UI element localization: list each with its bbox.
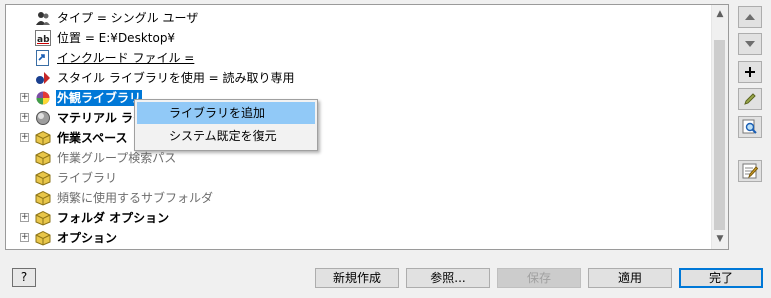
menu-item-add-library[interactable]: ライブラリを追加 bbox=[137, 102, 315, 124]
vertical-scrollbar[interactable]: ▲ ▼ bbox=[711, 5, 728, 249]
tree-row-style-library[interactable]: スタイル ライブラリを使用 = 読み取り専用 bbox=[6, 68, 711, 88]
expand-toggle[interactable]: + bbox=[20, 133, 29, 142]
expand-toggle[interactable]: + bbox=[20, 213, 29, 222]
scroll-up-icon[interactable]: ▲ bbox=[712, 6, 728, 23]
row-label[interactable]: インクルード ファイル = bbox=[56, 50, 195, 66]
folder-icon bbox=[35, 210, 51, 226]
move-up-icon bbox=[745, 14, 755, 20]
row-label: マテリアル ライ bbox=[57, 111, 146, 125]
browse-button[interactable] bbox=[738, 116, 762, 138]
menu-item-restore-defaults[interactable]: システム既定を復元 bbox=[137, 125, 315, 147]
folder-icon bbox=[35, 230, 51, 246]
tree-row-type[interactable]: タイプ = シングル ユーザ bbox=[6, 8, 711, 28]
edit-settings-icon bbox=[742, 163, 758, 179]
move-down-icon bbox=[745, 41, 755, 47]
scroll-thumb[interactable] bbox=[714, 40, 725, 230]
tree-row-folder-options[interactable]: + フォルダ オプション bbox=[6, 208, 711, 228]
help-button[interactable]: ? bbox=[12, 268, 36, 287]
row-label: 作業グループ検索パス bbox=[57, 151, 177, 165]
text-ab-icon: ab bbox=[35, 30, 51, 46]
move-down-button[interactable] bbox=[738, 33, 762, 55]
tree-row-workgroup-search-path[interactable]: 作業グループ検索パス bbox=[6, 148, 711, 168]
new-button[interactable]: 新規作成 bbox=[315, 268, 399, 288]
done-button[interactable]: 完了 bbox=[679, 268, 763, 288]
browse-dialog-button[interactable]: 参照... bbox=[406, 268, 490, 288]
expand-toggle[interactable]: + bbox=[20, 233, 29, 242]
row-label: ライブラリ bbox=[57, 171, 118, 185]
scroll-down-icon[interactable]: ▼ bbox=[712, 231, 728, 248]
row-label: 頻繁に使用するサブフォルダ bbox=[57, 191, 214, 205]
include-file-icon bbox=[35, 50, 51, 66]
expand-toggle[interactable]: + bbox=[20, 113, 29, 122]
project-tree[interactable]: タイプ = シングル ユーザ ab 位置 = E:¥Desktop¥ インクルー… bbox=[5, 4, 729, 250]
folder-icon bbox=[35, 170, 51, 186]
row-label: 作業スペース bbox=[57, 131, 128, 145]
row-label: スタイル ライブラリを使用 = 読み取り専用 bbox=[57, 71, 295, 85]
row-label: タイプ = シングル ユーザ bbox=[57, 11, 199, 25]
tree-row-location[interactable]: ab 位置 = E:¥Desktop¥ bbox=[6, 28, 711, 48]
apply-button[interactable]: 適用 bbox=[588, 268, 672, 288]
move-up-button[interactable] bbox=[738, 6, 762, 28]
material-library-icon bbox=[35, 110, 51, 126]
tree-row-library[interactable]: ライブラリ bbox=[6, 168, 711, 188]
user-icon bbox=[35, 10, 51, 26]
add-button[interactable] bbox=[738, 61, 762, 83]
row-label: フォルダ オプション bbox=[57, 211, 170, 225]
folder-icon bbox=[35, 130, 51, 146]
tree-row-frequent-subfolders[interactable]: 頻繁に使用するサブフォルダ bbox=[6, 188, 711, 208]
appearance-library-icon bbox=[35, 90, 51, 106]
tree-row-options[interactable]: + オプション bbox=[6, 228, 711, 248]
context-menu: ライブラリを追加 システム既定を復元 bbox=[134, 99, 318, 151]
edit-pencil-icon bbox=[744, 93, 756, 105]
tree-row-material-library[interactable]: + マテリアル ライ bbox=[6, 108, 711, 128]
row-label: 外観ライブラリ bbox=[56, 90, 143, 106]
folder-icon bbox=[35, 190, 51, 206]
row-label: オプション bbox=[57, 231, 118, 245]
edit-button[interactable] bbox=[738, 88, 762, 110]
tree-row-include-file[interactable]: インクルード ファイル = bbox=[6, 48, 711, 68]
edit-settings-button[interactable] bbox=[738, 160, 762, 182]
tree-row-appearance-library[interactable]: + 外観ライブラリ bbox=[6, 88, 711, 108]
row-label: 位置 = E:¥Desktop¥ bbox=[57, 31, 176, 45]
tree-row-workspace[interactable]: + 作業スペース bbox=[6, 128, 711, 148]
save-button[interactable]: 保存 bbox=[497, 268, 581, 288]
add-icon bbox=[745, 67, 755, 77]
style-library-icon bbox=[35, 70, 51, 86]
expand-toggle[interactable]: + bbox=[20, 93, 29, 102]
browse-icon bbox=[742, 119, 757, 134]
folder-icon bbox=[35, 150, 51, 166]
